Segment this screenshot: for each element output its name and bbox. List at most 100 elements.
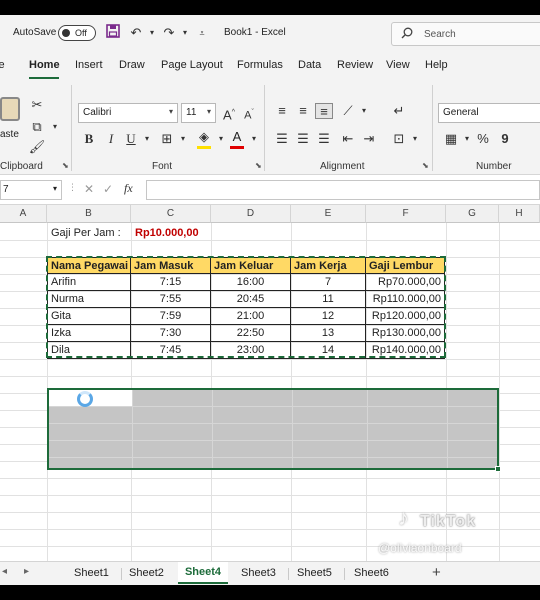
table-cell[interactable]: 22:50 (211, 325, 291, 341)
sheet-tab[interactable]: Sheet3 (241, 567, 276, 579)
table-cell[interactable]: 7:45 (131, 342, 211, 358)
column-header-d[interactable]: D (211, 205, 291, 223)
table-cell[interactable]: 13 (291, 325, 366, 341)
table-cell[interactable]: 7:55 (131, 291, 211, 307)
copy-dropdown-icon[interactable]: ▾ (46, 119, 64, 135)
column-header-g[interactable]: G (446, 205, 499, 223)
tab-formulas[interactable]: Formulas (237, 59, 283, 71)
font-size-combo[interactable]: 11 ▾ (181, 103, 216, 123)
search-box[interactable]: Search (391, 22, 540, 46)
table-cell[interactable]: Nurma (47, 291, 131, 307)
copy-icon[interactable]: ⧉ (28, 119, 46, 135)
table-cell[interactable]: Rp70.000,00 (366, 274, 445, 290)
underline-dropdown-icon[interactable]: ▾ (138, 131, 156, 147)
table-cell[interactable]: 7:15 (131, 274, 211, 290)
header-cell[interactable]: Jam Masuk (131, 258, 211, 274)
alignment-launcher-icon[interactable]: ⬊ (422, 161, 429, 170)
tab-draw[interactable]: Draw (119, 59, 145, 71)
sheet-tab[interactable]: Sheet1 (74, 567, 109, 579)
align-top-icon[interactable]: ≡ (273, 103, 291, 119)
borders-dropdown-icon[interactable]: ▾ (174, 131, 192, 147)
tab-data[interactable]: Data (298, 59, 321, 71)
table-cell[interactable]: Izka (47, 325, 131, 341)
table-cell[interactable]: 20:45 (211, 291, 291, 307)
table-cell[interactable]: Rp140.000,00 (366, 342, 445, 358)
align-bottom-icon[interactable]: ≡ (315, 103, 333, 119)
formula-input[interactable] (146, 180, 540, 200)
header-cell[interactable]: Gaji Lembur (366, 258, 445, 274)
save-icon[interactable] (104, 24, 122, 42)
orientation-dropdown-icon[interactable]: ▾ (355, 103, 373, 119)
table-cell[interactable]: Arifin (47, 274, 131, 290)
cancel-entry-icon[interactable]: ✕ (84, 182, 94, 196)
table-cell[interactable]: 11 (291, 291, 366, 307)
align-center-icon[interactable]: ☰ (294, 131, 312, 147)
bold-icon[interactable]: B (80, 131, 98, 147)
percent-icon[interactable]: % (474, 131, 492, 147)
scroll-sheets-left-icon[interactable]: ◂ (2, 566, 7, 577)
confirm-entry-icon[interactable]: ✓ (103, 182, 113, 196)
table-cell[interactable]: 12 (291, 308, 366, 324)
add-sheet-icon[interactable]: + (432, 564, 441, 581)
align-right-icon[interactable]: ☰ (315, 131, 333, 147)
tab-help[interactable]: Help (425, 59, 448, 71)
tab-home[interactable]: Home (29, 59, 60, 71)
sheet-tab[interactable]: Sheet5 (297, 567, 332, 579)
tab-insert[interactable]: Insert (75, 59, 103, 71)
italic-icon[interactable]: I (102, 131, 120, 147)
selected-range[interactable] (47, 388, 501, 472)
comma-style-icon[interactable]: 9 (496, 131, 514, 147)
align-middle-icon[interactable]: ≡ (294, 103, 312, 119)
fill-handle[interactable] (495, 466, 501, 472)
insert-function-icon[interactable]: fx (124, 181, 133, 196)
scroll-sheets-right-icon[interactable]: ▸ (24, 566, 29, 577)
font-launcher-icon[interactable]: ⬊ (255, 161, 262, 170)
format-painter-icon[interactable]: 🖌 (28, 139, 46, 155)
sheet-tab[interactable]: Sheet2 (129, 567, 164, 579)
table-cell[interactable]: Rp120.000,00 (366, 308, 445, 324)
worksheet-grid[interactable]: Gaji Per Jam : Rp10.000,00 Nama Pegawai … (0, 223, 540, 561)
clipboard-launcher-icon[interactable]: ⬊ (62, 161, 69, 170)
table-cell[interactable]: Rp110.000,00 (366, 291, 445, 307)
name-box[interactable]: 7 ▾ (0, 180, 62, 200)
table-cell[interactable]: 23:00 (211, 342, 291, 358)
column-header-e[interactable]: E (291, 205, 366, 223)
column-header-a[interactable]: A (0, 205, 47, 223)
column-header-b[interactable]: B (47, 205, 131, 223)
table-cell[interactable]: 21:00 (211, 308, 291, 324)
table-cell[interactable]: 16:00 (211, 274, 291, 290)
tab-view[interactable]: View (386, 59, 410, 71)
rate-value-cell[interactable]: Rp10.000,00 (132, 225, 210, 241)
number-format-combo[interactable]: General (438, 103, 540, 123)
undo-dropdown-icon[interactable]: ▾ (143, 24, 161, 42)
rate-label-cell[interactable]: Gaji Per Jam : (48, 225, 132, 241)
decrease-indent-icon[interactable]: ⇤ (339, 131, 357, 147)
tab-file[interactable]: le (0, 59, 5, 71)
header-cell[interactable]: Nama Pegawai (47, 258, 131, 274)
merge-dropdown-icon[interactable]: ▾ (406, 131, 424, 147)
header-cell[interactable]: Jam Kerja (291, 258, 366, 274)
cut-icon[interactable]: ✂ (28, 97, 46, 113)
tab-page-layout[interactable]: Page Layout (161, 59, 223, 71)
tab-review[interactable]: Review (337, 59, 373, 71)
table-cell[interactable]: Dila (47, 342, 131, 358)
paste-icon[interactable] (0, 97, 20, 121)
sheet-tab[interactable]: Sheet6 (354, 567, 389, 579)
column-header-f[interactable]: F (366, 205, 446, 223)
font-color-icon[interactable]: A (228, 129, 246, 145)
table-cell[interactable]: 7:30 (131, 325, 211, 341)
header-cell[interactable]: Jam Keluar (211, 258, 291, 274)
table-cell[interactable]: Gita (47, 308, 131, 324)
column-header-h[interactable]: H (499, 205, 540, 223)
autosave-toggle[interactable]: Off (58, 25, 96, 41)
fill-color-icon[interactable]: ◈ (195, 129, 213, 145)
table-cell[interactable]: 14 (291, 342, 366, 358)
sheet-tab-active[interactable]: Sheet4 (178, 562, 228, 584)
increase-font-size-icon[interactable]: A^ (220, 105, 238, 122)
wrap-text-icon[interactable]: ↵ (390, 103, 408, 119)
increase-indent-icon[interactable]: ⇥ (360, 131, 378, 147)
table-cell[interactable]: 7:59 (131, 308, 211, 324)
paste-label[interactable]: aste (0, 129, 19, 140)
align-left-icon[interactable]: ☰ (273, 131, 291, 147)
column-header-c[interactable]: C (131, 205, 211, 223)
